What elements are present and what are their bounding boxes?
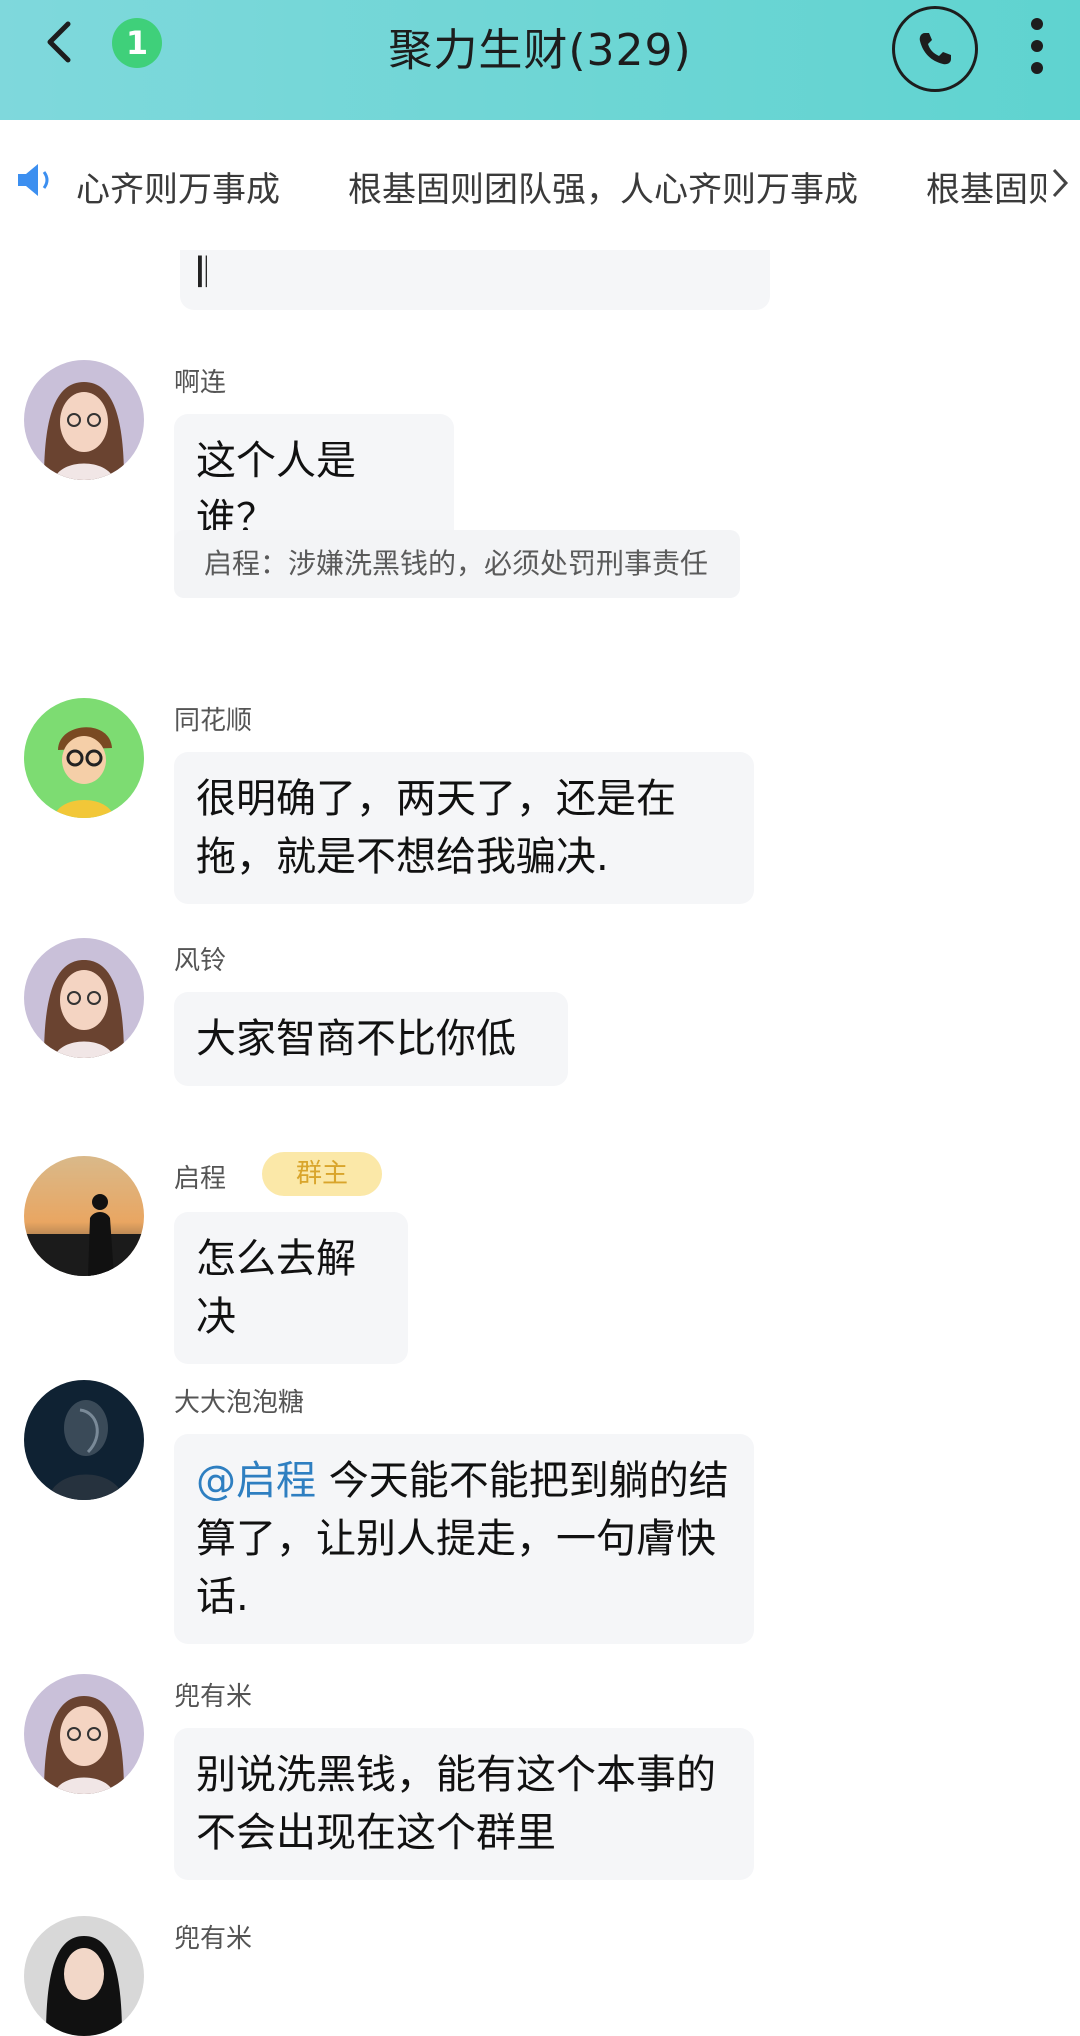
quoted-reply[interactable]: 启程：涉嫌洗黑钱的，必须处罚刑事责任: [174, 530, 740, 598]
chevron-right-icon: [1052, 168, 1069, 198]
message-text: 别说洗黑钱，能有这个本事的不会出现在这个群里: [196, 1752, 716, 1856]
sender-name: 风铃: [174, 946, 227, 976]
message-bubble[interactable]: @启程 今天能不能把到躺的结算了，让别人提走，一句膚快话.: [174, 1434, 754, 1644]
sender-name: 兜有米: [174, 1924, 253, 1954]
avatar[interactable]: [24, 1380, 144, 1500]
voice-call-button[interactable]: [892, 6, 978, 92]
sender-name: 同花顺: [174, 706, 253, 736]
message-list: 𝄃 啊连 这个人是谁？ 启程：涉嫌洗黑钱的，必须处罚刑事责任 同花顺 很明确了，…: [0, 250, 1080, 2036]
avatar[interactable]: [24, 360, 144, 480]
dot-icon: [1031, 18, 1043, 30]
sender-name: 啊连: [174, 368, 227, 398]
avatar[interactable]: [24, 1916, 144, 2036]
message-bubble[interactable]: 𝄃: [180, 250, 770, 310]
avatar[interactable]: [24, 1156, 144, 1276]
sender-name: 启程: [174, 1164, 227, 1194]
announcement-text: 心齐则万事成 根基固则团队强，人心齐则万事成 根基固则团队强: [76, 170, 1046, 210]
chat-header: 1 聚力生财(329): [0, 0, 1080, 120]
sender-name: 大大泡泡糖: [174, 1388, 305, 1418]
message-text: 𝄃: [198, 250, 207, 296]
dot-icon: [1031, 62, 1043, 74]
message-bubble[interactable]: 别说洗黑钱，能有这个本事的不会出现在这个群里: [174, 1728, 754, 1880]
speaker-icon: [18, 164, 49, 196]
message-bubble[interactable]: 大家智商不比你低: [174, 992, 568, 1086]
avatar[interactable]: [24, 1674, 144, 1794]
group-owner-badge: 群主: [262, 1152, 382, 1196]
mention-link[interactable]: @启程: [196, 1458, 316, 1504]
quote-text: 启程：涉嫌洗黑钱的，必须处罚刑事责任: [204, 547, 709, 580]
more-options-button[interactable]: [1020, 12, 1054, 82]
dot-icon: [1031, 40, 1043, 52]
avatar[interactable]: [24, 938, 144, 1058]
group-announcement-bar[interactable]: 心齐则万事成 根基固则团队强，人心齐则万事成 根基固则团队强: [0, 120, 1080, 250]
sender-name: 兜有米: [174, 1682, 253, 1712]
message-text: 大家智商不比你低: [196, 1016, 516, 1062]
message-text: 这个人是谁？: [196, 438, 356, 542]
avatar[interactable]: [24, 698, 144, 818]
phone-icon: [919, 33, 951, 65]
message-bubble[interactable]: 怎么去解决: [174, 1212, 408, 1364]
message-bubble[interactable]: 很明确了，两天了，还是在拖，就是不想给我骗决.: [174, 752, 754, 904]
message-text: 怎么去解决: [196, 1236, 356, 1340]
message-text: 很明确了，两天了，还是在拖，就是不想给我骗决.: [196, 776, 676, 880]
